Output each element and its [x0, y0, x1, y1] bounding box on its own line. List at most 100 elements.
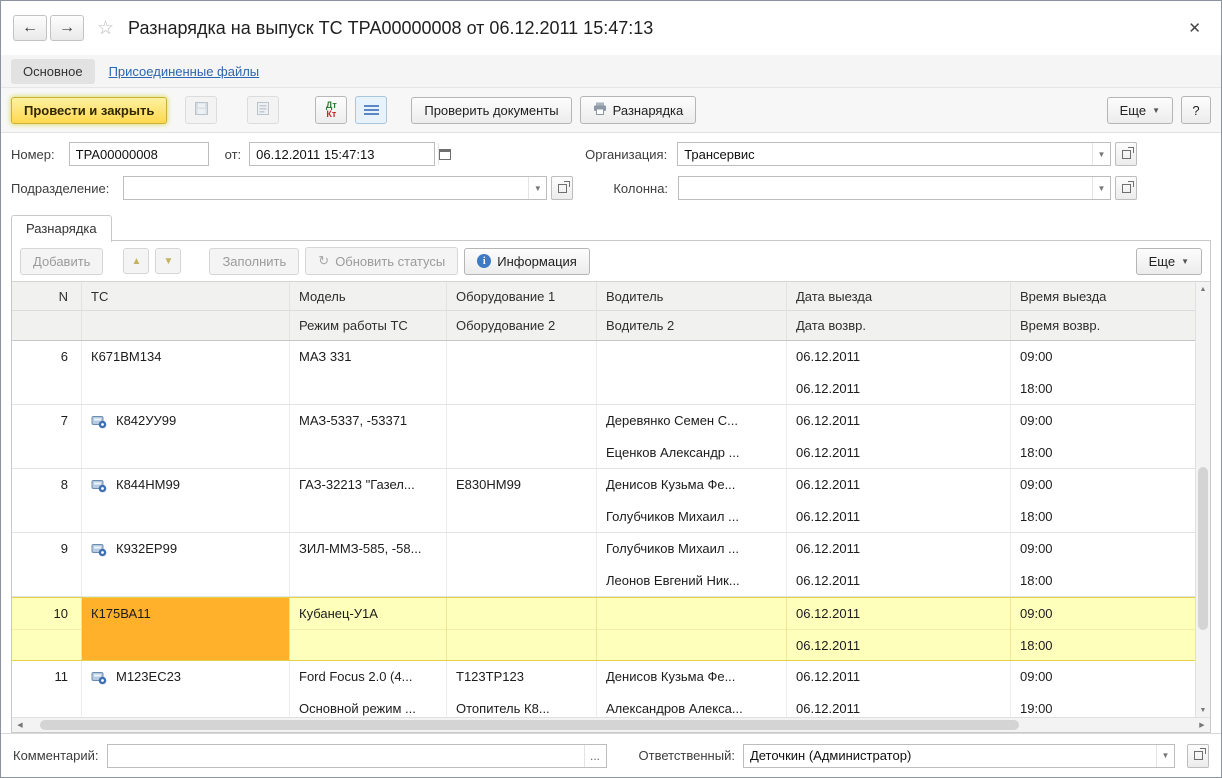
check-documents-button[interactable]: Проверить документы	[411, 97, 571, 124]
cell-number[interactable]: 7	[12, 405, 82, 468]
cell-dates[interactable]: 06.12.201106.12.2011	[787, 598, 1011, 660]
favorite-star-icon[interactable]: ☆	[97, 17, 114, 40]
document-movements-button[interactable]	[355, 96, 387, 124]
dt-kt-button[interactable]: ДтКт	[315, 96, 347, 124]
responsible-open-button[interactable]	[1187, 744, 1209, 768]
cell-equipment[interactable]	[447, 598, 597, 660]
scroll-left-icon[interactable]: ◀	[12, 718, 28, 732]
cell-number[interactable]: 9	[12, 533, 82, 596]
scroll-up-icon[interactable]: ▲	[1196, 282, 1210, 296]
cell-times[interactable]: 09:0018:00	[1011, 598, 1195, 660]
cell-vehicle[interactable]: К671ВМ134	[82, 341, 290, 404]
column-header-tc[interactable]: ТС	[82, 282, 290, 340]
column-header-equipment[interactable]: Оборудование 1Оборудование 2	[447, 282, 597, 340]
table-row[interactable]: 9 К932ЕР99 ЗИЛ-ММЗ-585, -58... Голубчико…	[12, 533, 1195, 597]
cell-number[interactable]: 11	[12, 661, 82, 717]
table-row[interactable]: 8 К844НМ99 ГАЗ-32213 "Газел... Е830НМ99 …	[12, 469, 1195, 533]
cell-equipment[interactable]: Т123ТР123Отопитель К8...	[447, 661, 597, 717]
cell-driver[interactable]: Голубчиков Михаил ...Леонов Евгений Ник.…	[597, 533, 787, 596]
cell-model[interactable]: Ford Focus 2.0 (4...Основной режим ...	[290, 661, 447, 717]
print-raznaryadka-button[interactable]: Разнарядка	[580, 96, 697, 124]
cell-equipment[interactable]: Е830НМ99	[447, 469, 597, 532]
cell-vehicle[interactable]: К842УУ99	[82, 405, 290, 468]
post-document-button[interactable]	[247, 96, 279, 124]
column-header-driver[interactable]: ВодительВодитель 2	[597, 282, 787, 340]
kolonna-input[interactable]	[679, 177, 1092, 199]
cell-model[interactable]: Кубанец-У1А	[290, 598, 447, 660]
cell-dates[interactable]: 06.12.201106.12.2011	[787, 661, 1011, 717]
add-row-button[interactable]: Добавить	[20, 248, 103, 275]
cell-number[interactable]: 10	[12, 598, 82, 660]
cell-times[interactable]: 09:0019:00	[1011, 661, 1195, 717]
refresh-statuses-button[interactable]: ↻ Обновить статусы	[305, 247, 458, 275]
cell-equipment[interactable]	[447, 341, 597, 404]
cell-number[interactable]: 6	[12, 341, 82, 404]
save-button[interactable]	[185, 96, 217, 124]
cell-equipment[interactable]	[447, 405, 597, 468]
cell-vehicle[interactable]: М123ЕС23	[82, 661, 290, 717]
forward-button[interactable]: →	[50, 15, 84, 41]
cell-model[interactable]: МАЗ 331	[290, 341, 447, 404]
column-header-date[interactable]: Дата выездаДата возвр.	[787, 282, 1011, 340]
column-header-n[interactable]: N	[12, 282, 82, 340]
fill-button[interactable]: Заполнить	[209, 248, 299, 275]
cell-driver[interactable]	[597, 598, 787, 660]
cell-model[interactable]: ГАЗ-32213 "Газел...	[290, 469, 447, 532]
cell-vehicle[interactable]: К175ВА11	[82, 598, 290, 660]
table-more-button[interactable]: Еще▼	[1136, 248, 1202, 275]
cell-times[interactable]: 09:0018:00	[1011, 469, 1195, 532]
comment-input[interactable]	[108, 745, 584, 767]
department-input[interactable]	[124, 177, 528, 199]
move-down-button[interactable]: ▼	[155, 248, 181, 274]
organization-input[interactable]	[678, 143, 1092, 165]
organization-open-button[interactable]	[1115, 142, 1137, 166]
cell-number[interactable]: 8	[12, 469, 82, 532]
cell-dates[interactable]: 06.12.201106.12.2011	[787, 533, 1011, 596]
organization-dropdown-icon[interactable]: ▼	[1092, 143, 1110, 165]
cell-vehicle[interactable]: К932ЕР99	[82, 533, 290, 596]
department-open-button[interactable]	[551, 176, 573, 200]
vertical-scrollbar[interactable]: ▲ ▼	[1195, 281, 1210, 717]
table-row[interactable]: 7 К842УУ99 МАЗ-5337, -53371 Деревянко Се…	[12, 405, 1195, 469]
cell-vehicle[interactable]: К844НМ99	[82, 469, 290, 532]
kolonna-open-button[interactable]	[1115, 176, 1137, 200]
table-row[interactable]: 10 К175ВА11 Кубанец-У1А 06.12.201106.12.…	[12, 597, 1195, 661]
number-input[interactable]	[69, 142, 209, 166]
date-input[interactable]	[250, 143, 438, 165]
horizontal-scrollbar[interactable]: ◀ ▶	[12, 717, 1210, 732]
back-button[interactable]: ←	[13, 15, 47, 41]
responsible-dropdown-icon[interactable]: ▼	[1156, 745, 1174, 767]
responsible-input[interactable]	[744, 745, 1156, 767]
scroll-down-icon[interactable]: ▼	[1196, 703, 1210, 717]
cell-driver[interactable]	[597, 341, 787, 404]
cell-driver[interactable]: Денисов Кузьма Фе...Александров Алекса..…	[597, 661, 787, 717]
post-and-close-button[interactable]: Провести и закрыть	[11, 97, 167, 124]
cell-driver[interactable]: Денисов Кузьма Фе...Голубчиков Михаил ..…	[597, 469, 787, 532]
kolonna-dropdown-icon[interactable]: ▼	[1092, 177, 1110, 199]
move-up-button[interactable]: ▲	[123, 248, 149, 274]
scroll-right-icon[interactable]: ▶	[1194, 718, 1210, 732]
close-button[interactable]: ✕	[1180, 15, 1209, 41]
cell-times[interactable]: 09:0018:00	[1011, 341, 1195, 404]
cell-times[interactable]: 09:0018:00	[1011, 533, 1195, 596]
comment-more-button[interactable]: ...	[584, 745, 606, 767]
tab-main[interactable]: Основное	[11, 59, 95, 84]
cell-times[interactable]: 09:0018:00	[1011, 405, 1195, 468]
cell-driver[interactable]: Деревянко Семен С...Еценков Александр ..…	[597, 405, 787, 468]
cell-equipment[interactable]	[447, 533, 597, 596]
vertical-scroll-thumb[interactable]	[1198, 467, 1208, 630]
tab-raznaryadka[interactable]: Разнарядка	[11, 215, 112, 242]
table-row[interactable]: 6 К671ВМ134 МАЗ 331 06.12.201106.12.2011…	[12, 341, 1195, 405]
horizontal-scroll-thumb[interactable]	[40, 720, 1019, 730]
cell-model[interactable]: ЗИЛ-ММЗ-585, -58...	[290, 533, 447, 596]
cell-dates[interactable]: 06.12.201106.12.2011	[787, 405, 1011, 468]
cell-dates[interactable]: 06.12.201106.12.2011	[787, 341, 1011, 404]
column-header-model[interactable]: МодельРежим работы ТС	[290, 282, 447, 340]
calendar-button[interactable]	[438, 143, 451, 165]
help-button[interactable]: ?	[1181, 96, 1211, 124]
table-row[interactable]: 11 М123ЕС23 Ford Focus 2.0 (4...Основной…	[12, 661, 1195, 717]
more-button[interactable]: Еще▼	[1107, 97, 1173, 124]
column-header-time[interactable]: Время выездаВремя возвр.	[1011, 282, 1195, 340]
link-attached-files[interactable]: Присоединенные файлы	[109, 64, 260, 79]
information-button[interactable]: i Информация	[464, 248, 590, 275]
